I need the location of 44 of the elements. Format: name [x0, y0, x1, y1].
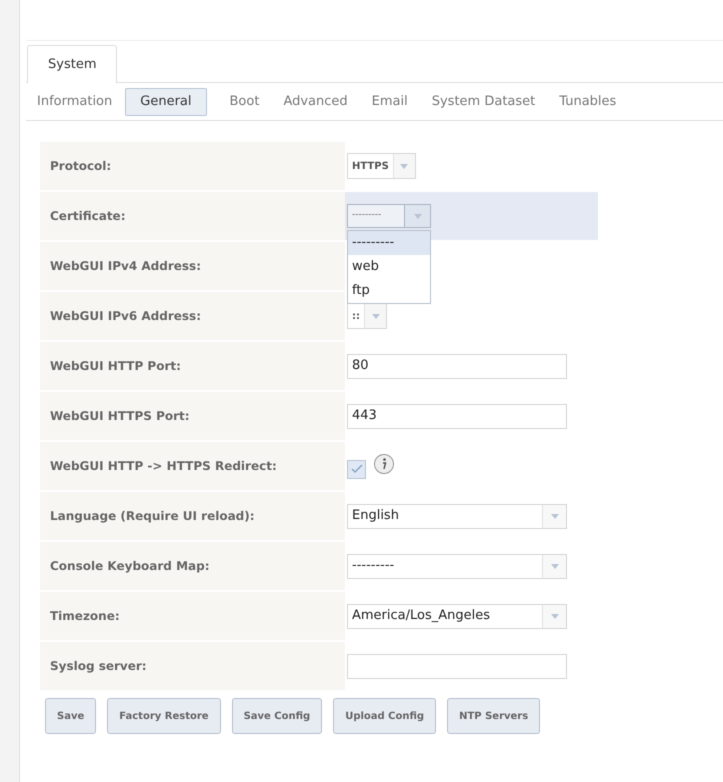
field-label: Console Keyboard Map: — [40, 542, 345, 590]
caret-icon — [542, 554, 566, 578]
select-field[interactable]: :: — [347, 303, 387, 329]
select-field[interactable]: --------- — [347, 554, 567, 578]
checkbox[interactable] — [347, 460, 366, 478]
subtab[interactable]: Information — [26, 88, 124, 116]
subtab[interactable]: General — [125, 88, 206, 116]
info-icon[interactable] — [374, 454, 394, 474]
field-label: WebGUI HTTPS Port: — [40, 392, 345, 440]
select-field[interactable]: English — [347, 504, 567, 528]
caret-icon — [392, 154, 415, 178]
select-field[interactable]: America/Los_Angeles — [347, 604, 567, 628]
subtab[interactable]: Boot — [218, 88, 270, 116]
field-label: WebGUI HTTP Port: — [40, 342, 345, 390]
field-label: Timezone: — [40, 592, 345, 640]
caret-icon — [542, 604, 566, 628]
field-label: WebGUI IPv4 Address: — [40, 242, 345, 290]
field-label: Language (Require UI reload): — [40, 492, 345, 540]
dropdown-option[interactable]: ftp — [348, 279, 430, 303]
action-button[interactable]: Save Config — [232, 698, 322, 734]
text-field[interactable]: 80 — [347, 354, 567, 378]
action-button[interactable]: Save — [45, 698, 96, 734]
field-label: Protocol: — [40, 142, 345, 190]
field-label: WebGUI HTTP -> HTTPS Redirect: — [40, 442, 345, 490]
subtab[interactable]: Tunables — [548, 88, 628, 116]
subtab[interactable]: System Dataset — [420, 88, 546, 116]
action-button[interactable]: Factory Restore — [107, 698, 221, 734]
tab[interactable]: System — [27, 45, 118, 83]
action-button[interactable]: NTP Servers — [447, 698, 540, 734]
subtab[interactable]: Advanced — [272, 88, 359, 116]
field-label: WebGUI IPv6 Address: — [40, 292, 345, 340]
text-field[interactable] — [347, 654, 567, 678]
select-field[interactable]: --------- — [347, 204, 431, 228]
dropdown-option[interactable]: --------- — [348, 231, 430, 255]
field-label: Certificate: — [40, 192, 345, 240]
caret-icon — [404, 205, 430, 227]
select-field[interactable]: HTTPS — [347, 153, 416, 179]
caret-icon — [542, 504, 566, 528]
dropdown-option[interactable]: web — [348, 255, 430, 279]
subtab[interactable]: Email — [360, 88, 419, 116]
text-field[interactable]: 443 — [347, 404, 567, 428]
action-button[interactable]: Upload Config — [333, 698, 436, 734]
check-icon — [350, 464, 362, 474]
field-label: Syslog server: — [40, 642, 345, 690]
